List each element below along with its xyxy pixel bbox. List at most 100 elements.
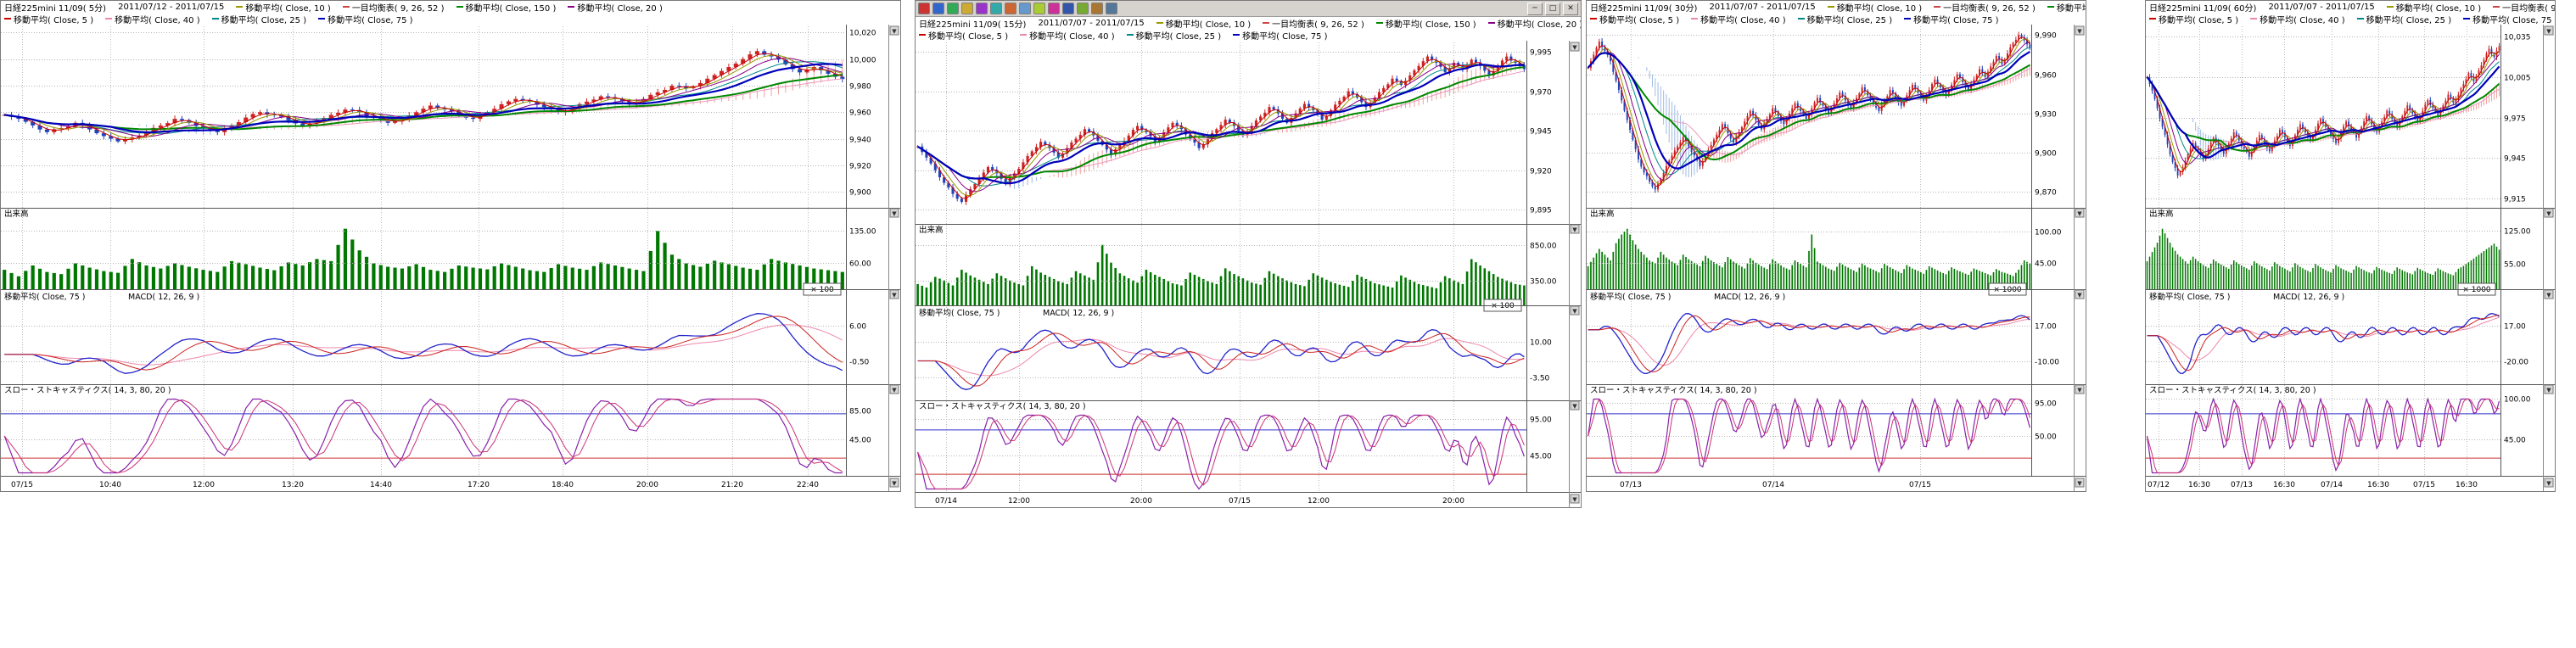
volume-bar <box>166 265 170 289</box>
volume-section-label: 出来高 <box>2149 209 2174 219</box>
pane-collapse-button[interactable]: ▼ <box>1571 225 1579 233</box>
stoch-tick-label: 45.00 <box>1530 453 1552 461</box>
volume-bar <box>2348 271 2349 289</box>
toolbar-icon[interactable] <box>1091 3 1103 14</box>
candlestick <box>1774 109 1776 112</box>
chevron-down-icon: ▼ <box>2546 28 2551 35</box>
volume-bar <box>1918 271 1919 289</box>
volume-bar <box>1242 278 1245 305</box>
volume-bar <box>1216 284 1218 305</box>
volume-bar <box>2435 271 2437 289</box>
chevron-down-icon: ▼ <box>1572 226 1577 233</box>
volume-bar <box>987 284 989 305</box>
volume-bar <box>365 257 368 289</box>
volume-bar <box>1666 258 1667 289</box>
pane-collapse-button[interactable]: ▼ <box>2545 26 2553 35</box>
volume-bar <box>500 263 503 289</box>
stoch-tick-label: 45.00 <box>2504 437 2526 445</box>
toolbar-icon[interactable] <box>1033 3 1045 14</box>
volume-bar <box>2264 268 2265 289</box>
indicator-line <box>2148 314 2500 374</box>
volume-bar <box>2175 251 2176 289</box>
toolbar-icon[interactable] <box>932 3 944 14</box>
chevron-down-icon: ▼ <box>892 28 897 35</box>
volume-bar <box>1730 260 1732 289</box>
macd-tick-label: 6.00 <box>849 323 866 332</box>
volume-bar <box>974 277 977 305</box>
volume-bar <box>535 271 539 289</box>
time-axis-label: 20:00 <box>636 481 658 489</box>
pane-collapse-button[interactable]: ▼ <box>2545 290 2553 299</box>
price-tick-label: 10,000 <box>849 57 876 65</box>
volume-bar <box>2147 261 2148 289</box>
close-button[interactable]: ✕ <box>1563 3 1578 15</box>
legend-label: 一目均衡表( 9, 26, 52 ) <box>2502 1 2555 13</box>
pane-collapse-button[interactable]: ▼ <box>890 209 899 217</box>
pane-collapse-button[interactable]: ▼ <box>2545 478 2553 487</box>
volume-bar <box>1713 262 1715 289</box>
candlestick <box>960 198 963 202</box>
pane-collapse-button[interactable]: ▼ <box>2075 209 2084 217</box>
volume-bar <box>2448 273 2450 289</box>
pane-collapse-button[interactable]: ▼ <box>1571 42 1579 51</box>
volume-bar <box>1903 269 1905 289</box>
volume-bar <box>2152 252 2153 289</box>
toolbar-icon[interactable] <box>1019 3 1031 14</box>
toolbar-icon[interactable] <box>918 3 930 14</box>
volume-bar <box>1013 282 1016 305</box>
toolbar-icon[interactable] <box>990 3 1002 14</box>
volume-bar <box>2343 270 2344 289</box>
volume-bar <box>237 263 240 289</box>
pane-collapse-button[interactable]: ▼ <box>890 385 899 394</box>
volume-bar <box>2223 266 2225 289</box>
volume-bar <box>1194 275 1196 305</box>
volume-bar <box>443 272 446 289</box>
pane-collapse-button[interactable]: ▼ <box>2075 385 2084 394</box>
pane-collapse-button[interactable]: ▼ <box>890 478 899 487</box>
pane-collapse-button[interactable]: ▼ <box>1571 401 1579 410</box>
minimize-button[interactable]: ─ <box>1527 3 1543 15</box>
chart-canvas[interactable]: 9,9909,9609,9309,9009,870100.0045.0017.0… <box>1587 25 2086 491</box>
pane-collapse-button[interactable]: ▼ <box>2075 290 2084 299</box>
macd-tick-label: -0.50 <box>849 359 870 367</box>
maximize-button[interactable]: □ <box>1545 3 1560 15</box>
chart-canvas[interactable]: 10,03510,0059,9759,9459,915125.0055.0017… <box>2146 25 2555 491</box>
toolbar-icon[interactable] <box>1077 3 1089 14</box>
chart-canvas[interactable]: 10,02010,0009,9809,9609,9409,9209,900135… <box>1 25 900 491</box>
toolbar-icon[interactable] <box>1106 3 1117 14</box>
toolbar-icon[interactable] <box>1005 3 1016 14</box>
toolbar-icon[interactable] <box>947 3 959 14</box>
chart-canvas[interactable]: 9,9959,9709,9459,9209,895850.00350.0010.… <box>916 41 1581 507</box>
volume-tick-label: 55.00 <box>2504 261 2526 270</box>
volume-bar <box>2259 265 2260 289</box>
volume-bar <box>1039 272 1042 305</box>
volume-tick-label: 125.00 <box>2504 228 2531 237</box>
toolbar-icon[interactable] <box>1048 3 1060 14</box>
volume-bar <box>1343 286 1346 305</box>
legend-item: 移動平均( Close, 75 ) <box>1904 13 1998 25</box>
pane-collapse-button[interactable]: ▼ <box>2075 26 2084 35</box>
legend-label: 移動平均( Close, 10 ) <box>1837 1 1922 13</box>
pane-collapse-button[interactable]: ▼ <box>890 290 899 299</box>
pane-collapse-button[interactable]: ▼ <box>2545 385 2553 394</box>
pane-collapse-button[interactable]: ▼ <box>1571 494 1579 503</box>
chevron-down-icon: ▼ <box>1572 496 1577 503</box>
volume-bar <box>1890 267 1891 289</box>
price-tick-label: 9,920 <box>849 163 871 171</box>
pane-collapse-button[interactable]: ▼ <box>890 26 899 35</box>
pane-collapse-button[interactable]: ▼ <box>1571 306 1579 315</box>
volume-bar <box>1291 282 1293 305</box>
legend-marker <box>1904 18 1911 20</box>
volume-bar <box>1982 272 1984 289</box>
toolbar-icon[interactable] <box>976 3 988 14</box>
pane-collapse-button[interactable]: ▼ <box>2545 209 2553 217</box>
time-axis-label: 07/15 <box>1229 497 1251 506</box>
desktop: 日経225mini 11/09( 5分)2011/07/12 - 2011/07… <box>0 0 2576 648</box>
volume-bar <box>1448 278 1451 305</box>
toolbar-icon[interactable] <box>961 3 973 14</box>
pane-collapse-button[interactable]: ▼ <box>2075 478 2084 487</box>
macd-ma-label: 移動平均( Close, 75 ) <box>919 308 1000 318</box>
candlestick <box>2320 119 2321 123</box>
toolbar-icon[interactable] <box>1062 3 1074 14</box>
volume-bar <box>2363 271 2365 289</box>
